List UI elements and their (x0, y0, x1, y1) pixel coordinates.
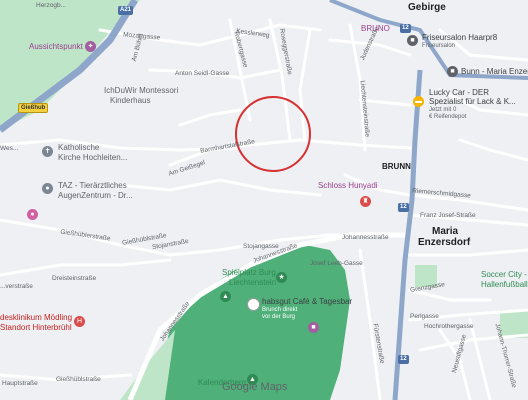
town-enzersdorf: Enzersdorf (418, 237, 471, 248)
street-anton-seidl: Anton Seidl-Gasse (175, 70, 230, 77)
street-hauptstrasse: Hauptstraße (2, 380, 38, 387)
town-gebirge: Gebirge (408, 2, 446, 13)
friseur-pin[interactable]: ■ (407, 35, 418, 46)
spielplatz-pin[interactable]: ★ (276, 272, 287, 283)
church-pin[interactable]: ✝ (42, 146, 53, 157)
poi-cafe-line3[interactable]: vor der Burg (262, 314, 295, 321)
rest-stop-shield: Gießhub (18, 103, 49, 113)
poi-spielplatz-line1[interactable]: Spielplatz Burg (222, 268, 276, 277)
poi-montessori-line1[interactable]: IchDuWir Montessori (104, 86, 178, 95)
street-franz-josef: Franz Josef-Straße (420, 212, 476, 219)
street-hochrothergasse: Hochrothergasse (424, 323, 474, 330)
a21-shield: A21 (118, 6, 134, 15)
poi-lucky-line4[interactable]: € Reifendepot (429, 114, 466, 121)
poi-kirche-line2[interactable]: Kirche Hochleiten... (58, 153, 127, 162)
poi-soccer-line1[interactable]: Soccer City - (481, 270, 527, 279)
poi-taz-line2[interactable]: AugenZentrum - Dr... (58, 191, 133, 200)
poi-lucky-line1[interactable]: Lucky Car - DER (429, 88, 489, 97)
street-wes: Wes... (0, 145, 19, 152)
poi-bruno[interactable]: BRUNO (361, 24, 390, 33)
poi-klinikum-line1[interactable]: desklinikum Mödling (0, 313, 72, 322)
street-herzog: Herzogb... (36, 2, 66, 9)
b12-shield-top: 12 (400, 24, 411, 33)
poi-lucky-line3[interactable]: Jetzt mit 0 (429, 107, 456, 114)
street-josef-leeb: Josef Leeb-Gasse (310, 260, 363, 267)
street-johannesstrasse-d: Gießhüblstraße (56, 376, 101, 383)
street-wertstrasse: ...verstraße (0, 283, 33, 290)
poi-friseur-line1[interactable]: Friseursalon Haarpr8 (422, 33, 497, 42)
purple-pin-park[interactable]: ■ (308, 322, 319, 333)
bunn-pin[interactable]: ■ (447, 66, 458, 77)
pink-pin-west[interactable]: ● (27, 209, 38, 220)
b12-shield-low: 12 (398, 355, 409, 364)
green-east (500, 310, 528, 338)
town-brunn: BRUNN (382, 162, 411, 171)
cafe-pin[interactable] (247, 298, 260, 311)
klinikum-pin[interactable]: H (74, 316, 85, 327)
schloss-pin[interactable]: ♜ (360, 196, 371, 207)
street-dreisteinstrasse: Dreisteinstraße (52, 275, 97, 282)
poi-spielplatz-line2[interactable]: Liechtenstein (229, 278, 276, 287)
b12-shield-mid: 12 (398, 203, 409, 212)
poi-kirche-line1[interactable]: Katholische (58, 143, 99, 152)
poi-schloss-hunyadi[interactable]: Schloss Hunyadi (318, 181, 378, 190)
aussichtspunkt-pin[interactable]: ✦ (85, 41, 96, 52)
street-johannesstrasse-b: Johannesstraße (342, 234, 389, 241)
poi-klinikum-line2[interactable]: Standort Hinterbrühl (0, 323, 72, 332)
google-maps-logo: Google Maps (222, 381, 288, 393)
poi-montessori-line2[interactable]: Kinderhaus (110, 96, 150, 105)
lucky-car-pin[interactable]: ▬ (413, 96, 424, 107)
poi-friseur-line2[interactable]: Friseursalon (422, 43, 455, 50)
poi-bunn[interactable]: Bunn - Maria Enzersdorf (461, 67, 528, 76)
taz-pin[interactable]: ● (42, 183, 53, 194)
park-pin[interactable]: ▲ (220, 291, 231, 302)
street-perlgasse: Perlgasse (410, 313, 439, 320)
poi-aussichtspunkt[interactable]: Aussichtspunkt (29, 42, 83, 51)
poi-taz-line1[interactable]: TAZ - Tierärztliches (58, 181, 127, 190)
poi-cafe-line1[interactable]: habsgut Café & Tagesbar (262, 297, 352, 306)
poi-cafe-line2[interactable]: Brunch direkt (262, 307, 297, 314)
town-maria: Maria (432, 226, 459, 237)
selected-area-circle[interactable] (235, 96, 311, 172)
poi-soccer-line2[interactable]: Hallenfußball (481, 280, 528, 289)
poi-lucky-line2[interactable]: Spezialist für Lack & K... (429, 97, 516, 106)
